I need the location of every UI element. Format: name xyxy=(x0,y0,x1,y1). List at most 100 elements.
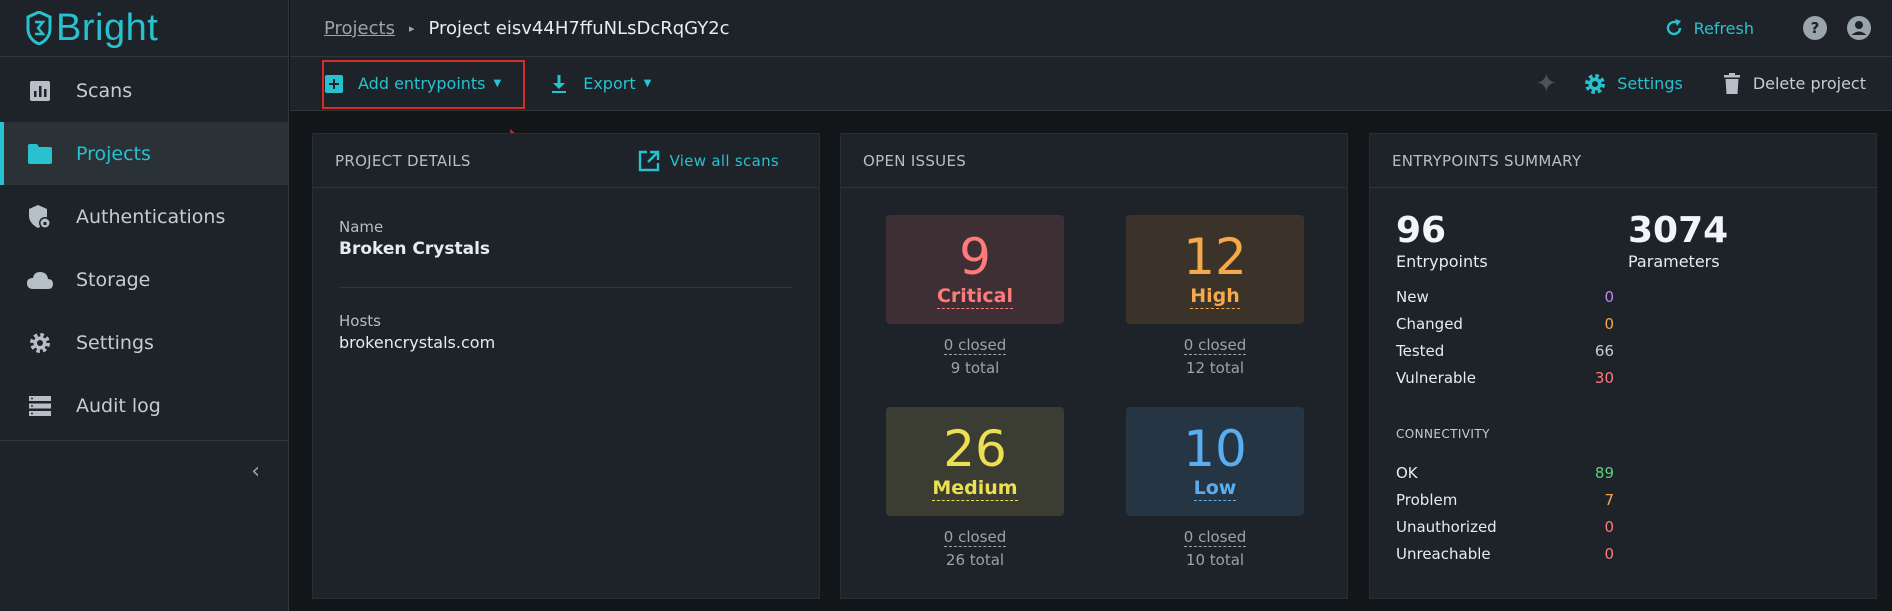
collapse-sidebar-button[interactable]: ‹ xyxy=(0,441,288,501)
download-icon xyxy=(552,74,567,93)
project-settings-button[interactable]: Settings xyxy=(1583,72,1683,96)
high-count: 12 xyxy=(1183,227,1247,286)
caret-down-icon: ▼ xyxy=(493,78,502,89)
chevron-left-icon: ‹ xyxy=(251,458,260,484)
topbar-actions: Refresh ? xyxy=(1664,15,1892,41)
view-all-label: View all scans xyxy=(669,151,779,170)
add-entrypoints-button[interactable]: Add entrypoints ▼ xyxy=(324,74,501,94)
row-label: Unauthorized xyxy=(1396,518,1497,536)
gear-icon xyxy=(1585,73,1606,94)
export-label: Export xyxy=(583,74,636,93)
low-label: Low xyxy=(1193,476,1237,501)
entrypoints-summary-header: ENTRYPOINTS SUMMARY xyxy=(1370,134,1876,188)
high-summary: 0 closed 12 total xyxy=(1126,336,1304,377)
cloud-icon xyxy=(26,266,54,294)
row-label: Tested xyxy=(1396,342,1445,360)
low-count: 10 xyxy=(1183,419,1247,478)
row-value: 30 xyxy=(1594,369,1614,387)
entrypoints-summary-card: ENTRYPOINTS SUMMARY 96 Entrypoints 3074 … xyxy=(1369,133,1877,599)
low-total: 10 total xyxy=(1185,551,1245,569)
sidebar-item-storage[interactable]: Storage xyxy=(0,248,288,311)
parameters-count: 3074 xyxy=(1628,210,1729,251)
open-in-new-icon xyxy=(638,150,659,171)
delete-project-button[interactable]: Delete project xyxy=(1723,72,1866,95)
medium-closed[interactable]: 0 closed xyxy=(943,528,1007,547)
hosts-value: brokencrystals.com xyxy=(339,333,496,352)
breadcrumb-separator-icon: ▸ xyxy=(408,21,415,35)
medium-count: 26 xyxy=(943,419,1007,478)
breadcrumb-projects-link[interactable]: Projects xyxy=(324,18,395,39)
row-value: 0 xyxy=(1604,288,1614,306)
sidebar-item-projects[interactable]: Projects xyxy=(0,122,288,185)
sidebar-item-settings[interactable]: Settings xyxy=(0,311,288,374)
row-label: Unreachable xyxy=(1396,545,1491,563)
account-icon[interactable] xyxy=(1846,15,1872,41)
trash-icon xyxy=(1723,72,1740,94)
open-issues-card: OPEN ISSUES 9 Critical 0 closed 9 total … xyxy=(840,133,1348,599)
export-button[interactable]: Export ▼ xyxy=(549,74,651,94)
row-value: 7 xyxy=(1604,491,1614,509)
details-divider xyxy=(339,287,793,288)
toolbar-right: ✦ Settings Delete project xyxy=(1535,69,1892,99)
row-label: OK xyxy=(1396,464,1418,482)
critical-label: Critical xyxy=(936,284,1014,309)
refresh-icon xyxy=(1666,19,1681,36)
gear-icon xyxy=(26,329,54,357)
summary-row-new: New 0 xyxy=(1396,288,1614,306)
high-label: High xyxy=(1190,284,1240,309)
row-value: 89 xyxy=(1594,464,1614,482)
critical-closed[interactable]: 0 closed xyxy=(943,336,1007,355)
summary-row-changed: Changed 0 xyxy=(1396,315,1614,333)
bright-logo-icon xyxy=(26,11,52,45)
shield-lock-icon xyxy=(26,203,54,231)
connectivity-row-unreachable: Unreachable 0 xyxy=(1396,545,1614,563)
sidebar-item-label: Projects xyxy=(76,142,151,165)
critical-issues-tile[interactable]: 9 Critical xyxy=(886,215,1064,324)
low-closed[interactable]: 0 closed xyxy=(1183,528,1247,547)
entrypoints-count: 96 xyxy=(1396,210,1447,251)
critical-total: 9 total xyxy=(950,359,1000,377)
breadcrumb: Projects ▸ Project eisv44H7ffuNLsDcRqGY2… xyxy=(324,18,730,39)
summary-row-tested: Tested 66 xyxy=(1396,342,1614,360)
sidebar-item-label: Audit log xyxy=(76,394,161,417)
sidebar-item-scans[interactable]: Scans xyxy=(0,59,288,122)
logo-text: Bright xyxy=(56,6,159,49)
medium-issues-tile[interactable]: 26 Medium xyxy=(886,407,1064,516)
logo[interactable]: Bright xyxy=(0,0,288,57)
medium-total: 26 total xyxy=(945,551,1005,569)
add-box-icon xyxy=(325,74,343,93)
row-label: Changed xyxy=(1396,315,1463,333)
name-value: Broken Crystals xyxy=(339,239,491,259)
row-value: 0 xyxy=(1604,518,1614,536)
sidebar-item-audit-log[interactable]: Audit log xyxy=(0,374,288,437)
folder-icon xyxy=(26,140,54,168)
parameters-label: Parameters xyxy=(1628,252,1720,271)
low-issues-tile[interactable]: 10 Low xyxy=(1126,407,1304,516)
high-issues-tile[interactable]: 12 High xyxy=(1126,215,1304,324)
sidebar-item-label: Storage xyxy=(76,268,151,291)
project-details-card: PROJECT DETAILS View all scans Name Brok… xyxy=(312,133,820,599)
project-details-body: Name Broken Crystals Hosts brokencrystal… xyxy=(313,188,819,352)
name-label: Name xyxy=(339,218,384,236)
row-value: 0 xyxy=(1604,545,1614,563)
sidebar-item-label: Authentications xyxy=(76,205,226,228)
connectivity-row-problem: Problem 7 xyxy=(1396,491,1614,509)
card-title: ENTRYPOINTS SUMMARY xyxy=(1392,151,1582,170)
sidebar-item-label: Settings xyxy=(76,331,154,354)
summary-row-vulnerable: Vulnerable 30 xyxy=(1396,369,1614,387)
high-closed[interactable]: 0 closed xyxy=(1183,336,1247,355)
sidebar: Bright Scans Projects Authentications St… xyxy=(0,0,289,611)
row-label: Vulnerable xyxy=(1396,369,1476,387)
help-icon[interactable]: ? xyxy=(1802,15,1828,41)
refresh-label: Refresh xyxy=(1693,18,1754,38)
view-all-scans-link[interactable]: View all scans xyxy=(638,150,779,172)
bar-chart-icon xyxy=(26,77,54,105)
critical-summary: 0 closed 9 total xyxy=(886,336,1064,377)
project-details-header: PROJECT DETAILS View all scans xyxy=(313,134,819,188)
toolbar: Add entrypoints ▼ Export ▼ ✦ Settings De… xyxy=(290,57,1892,111)
sparkle-icon[interactable]: ✦ xyxy=(1535,69,1557,99)
sidebar-item-authentications[interactable]: Authentications xyxy=(0,185,288,248)
row-label: Problem xyxy=(1396,491,1458,509)
hosts-label: Hosts xyxy=(339,312,381,330)
refresh-button[interactable]: Refresh xyxy=(1664,18,1754,38)
